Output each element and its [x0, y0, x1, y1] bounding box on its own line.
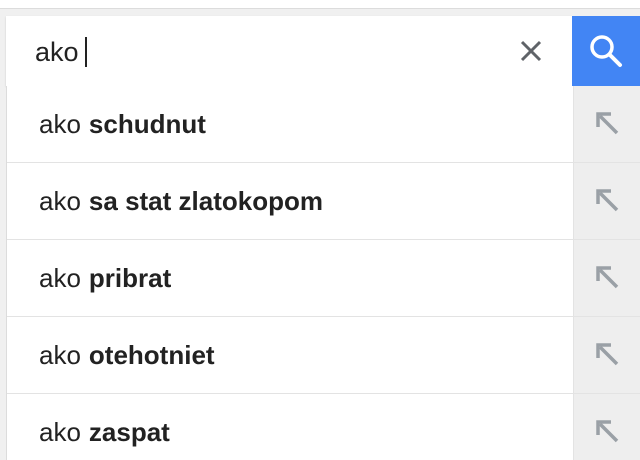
suggestion-item[interactable]: ako schudnut — [7, 86, 640, 163]
fill-query-button[interactable] — [573, 317, 640, 393]
suggestion-completion: zaspat — [88, 416, 170, 447]
suggestion-prefix: ako — [39, 262, 81, 293]
suggestion-prefix: ako — [39, 339, 81, 370]
search-bar[interactable]: ako — [6, 16, 572, 86]
suggestion-completion: otehotniet — [88, 339, 215, 370]
suggestion-item[interactable]: ako pribrat — [7, 240, 640, 317]
fill-query-button[interactable] — [573, 86, 640, 162]
suggestion-prefix: ako — [39, 416, 81, 447]
suggestion-list: ako schudnut ako sa stat zlatokopom ako … — [6, 86, 640, 460]
arrow-up-left-icon — [595, 420, 618, 443]
close-icon — [520, 40, 542, 62]
suggestion-completion: sa stat zlatokopom — [88, 185, 323, 216]
clear-button[interactable] — [518, 38, 544, 64]
suggestion-completion: pribrat — [88, 262, 172, 293]
top-strip — [0, 0, 640, 9]
arrow-up-left-icon — [595, 112, 618, 135]
suggestion-prefix: ako — [39, 108, 81, 139]
suggestion-item[interactable]: ako zaspat — [7, 394, 640, 460]
suggestion-text[interactable]: ako schudnut — [7, 86, 573, 162]
fill-query-button[interactable] — [573, 163, 640, 239]
suggestion-text[interactable]: ako otehotniet — [7, 317, 573, 393]
suggestion-text[interactable]: ako sa stat zlatokopom — [7, 163, 573, 239]
search-button[interactable] — [572, 16, 640, 86]
search-input[interactable]: ako — [35, 36, 87, 68]
fill-query-button[interactable] — [573, 240, 640, 316]
suggestion-item[interactable]: ako sa stat zlatokopom — [7, 163, 640, 240]
suggestion-item[interactable]: ako otehotniet — [7, 317, 640, 394]
suggestion-prefix: ako — [39, 185, 81, 216]
fill-query-button[interactable] — [573, 394, 640, 460]
suggestion-text[interactable]: ako zaspat — [7, 394, 573, 460]
search-icon — [590, 35, 622, 67]
suggestion-text[interactable]: ako pribrat — [7, 240, 573, 316]
arrow-up-left-icon — [595, 266, 618, 289]
arrow-up-left-icon — [595, 343, 618, 366]
arrow-up-left-icon — [595, 189, 618, 212]
text-cursor — [84, 37, 87, 67]
search-query-text: ako — [35, 37, 79, 67]
suggestion-completion: schudnut — [88, 108, 206, 139]
